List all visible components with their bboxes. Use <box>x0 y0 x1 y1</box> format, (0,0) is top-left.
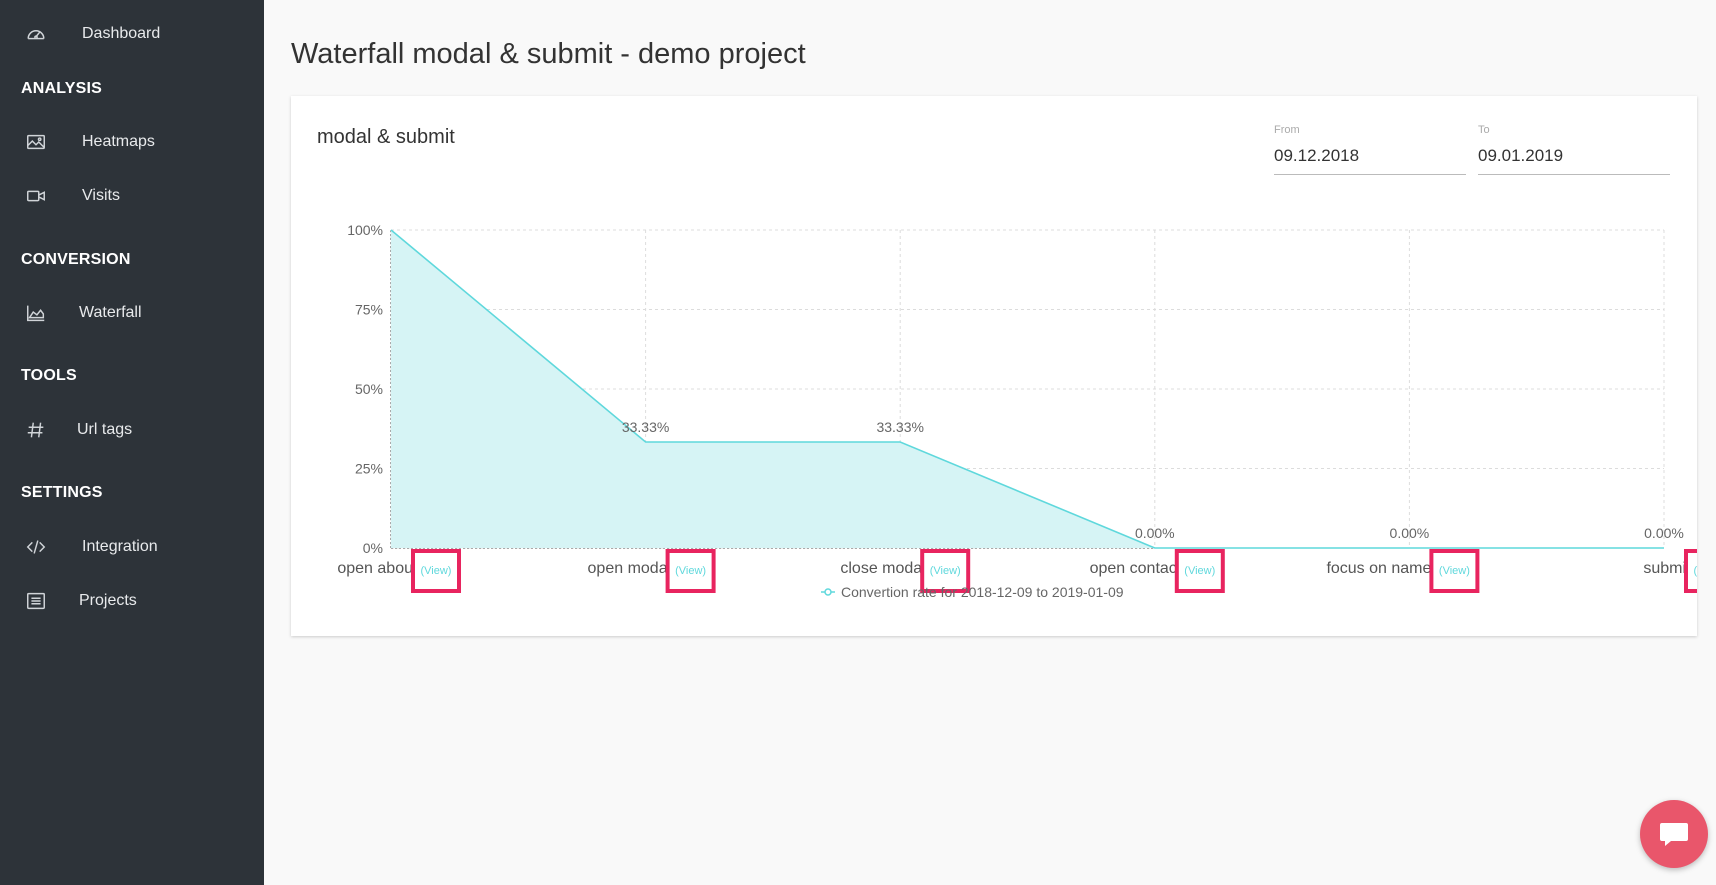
section-title-analysis: ANALYSIS <box>21 80 103 97</box>
section-title-tools: TOOLS <box>21 367 77 384</box>
sidebar-item-url-tags[interactable]: Url tags <box>0 410 264 450</box>
sidebar-item-integration[interactable]: Integration <box>0 527 264 567</box>
sidebar: Dashboard ANALYSIS Heatmaps Visits CONVE… <box>0 0 264 885</box>
x-tick-label: close moda <box>840 560 922 577</box>
code-icon <box>24 535 48 559</box>
data-label: 33.33% <box>876 419 923 435</box>
x-tick-group: focus on name (View) <box>1326 549 1480 593</box>
y-tick-label: 75% <box>355 302 383 318</box>
data-label: 0.00% <box>1644 525 1684 541</box>
legend-label: Convertion rate for 2018-12-09 to 2019-0… <box>841 584 1124 600</box>
waterfall-chart: 0% 25% 50% 75% 100% 33.33% 33.33% 0.00% 0.00% 0.… <box>337 222 1697 600</box>
data-label: 33.33% <box>622 419 669 435</box>
x-tick-label: open abou <box>337 560 413 577</box>
sidebar-item-label: Visits <box>82 187 120 204</box>
x-tick-label: focus on name <box>1326 560 1431 577</box>
y-tick-label: 25% <box>355 461 383 477</box>
speedometer-icon <box>24 22 48 46</box>
y-axis: 0% 25% 50% 75% 100% <box>347 222 383 556</box>
image-icon <box>24 130 48 154</box>
sidebar-item-label: Heatmaps <box>82 133 155 150</box>
chart-legend: Convertion rate for 2018-12-09 to 2019-0… <box>821 584 1124 600</box>
page-title: Waterfall modal & submit - demo project <box>291 38 806 70</box>
list-icon <box>24 589 48 613</box>
chat-bubble-icon <box>1660 823 1688 846</box>
sidebar-item-dashboard[interactable]: Dashboard <box>0 14 264 54</box>
sidebar-item-label: Integration <box>82 538 158 555</box>
sidebar-item-label: Projects <box>79 592 137 609</box>
waterfall-card: modal & submit From To 0%25%50%75%100% 3… <box>291 96 1697 636</box>
area-chart-icon <box>24 301 48 325</box>
sidebar-item-label: Url tags <box>77 421 133 438</box>
section-title-settings: SETTINGS <box>21 484 103 501</box>
x-tick-group: open moda (View) <box>588 549 716 593</box>
y-tick-label: 50% <box>355 381 383 397</box>
view-link[interactable]: (View) <box>421 565 452 577</box>
x-tick-group: open abou (View) <box>337 549 461 593</box>
hash-icon <box>24 418 48 442</box>
section-title-conversion: CONVERSION <box>21 251 131 268</box>
y-tick-label: 100% <box>347 222 383 238</box>
sidebar-item-projects[interactable]: Projects <box>0 581 264 621</box>
legend-marker <box>824 588 832 596</box>
view-link[interactable]: (View) <box>930 565 961 577</box>
chat-button[interactable] <box>1640 800 1708 868</box>
x-tick-label: submi <box>1643 560 1686 577</box>
sidebar-item-heatmaps[interactable]: Heatmaps <box>0 122 264 162</box>
sidebar-item-visits[interactable]: Visits <box>0 176 264 216</box>
x-tick-label: open moda <box>588 560 668 577</box>
view-link[interactable]: (View) <box>1439 565 1470 577</box>
sidebar-item-label: Dashboard <box>82 25 161 42</box>
sidebar-item-label: Waterfall <box>79 304 142 321</box>
x-tick-group: submi (View) <box>1643 549 1697 593</box>
view-link[interactable]: (View) <box>675 565 706 577</box>
view-link[interactable]: (View) <box>1694 565 1697 577</box>
video-camera-icon <box>24 184 48 208</box>
data-label: 0.00% <box>1390 525 1430 541</box>
x-tick-label: open contac <box>1090 560 1177 577</box>
y-tick-label: 0% <box>363 540 383 556</box>
view-link[interactable]: (View) <box>1184 565 1215 577</box>
sidebar-item-waterfall[interactable]: Waterfall <box>0 293 264 333</box>
data-label: 0.00% <box>1135 525 1175 541</box>
